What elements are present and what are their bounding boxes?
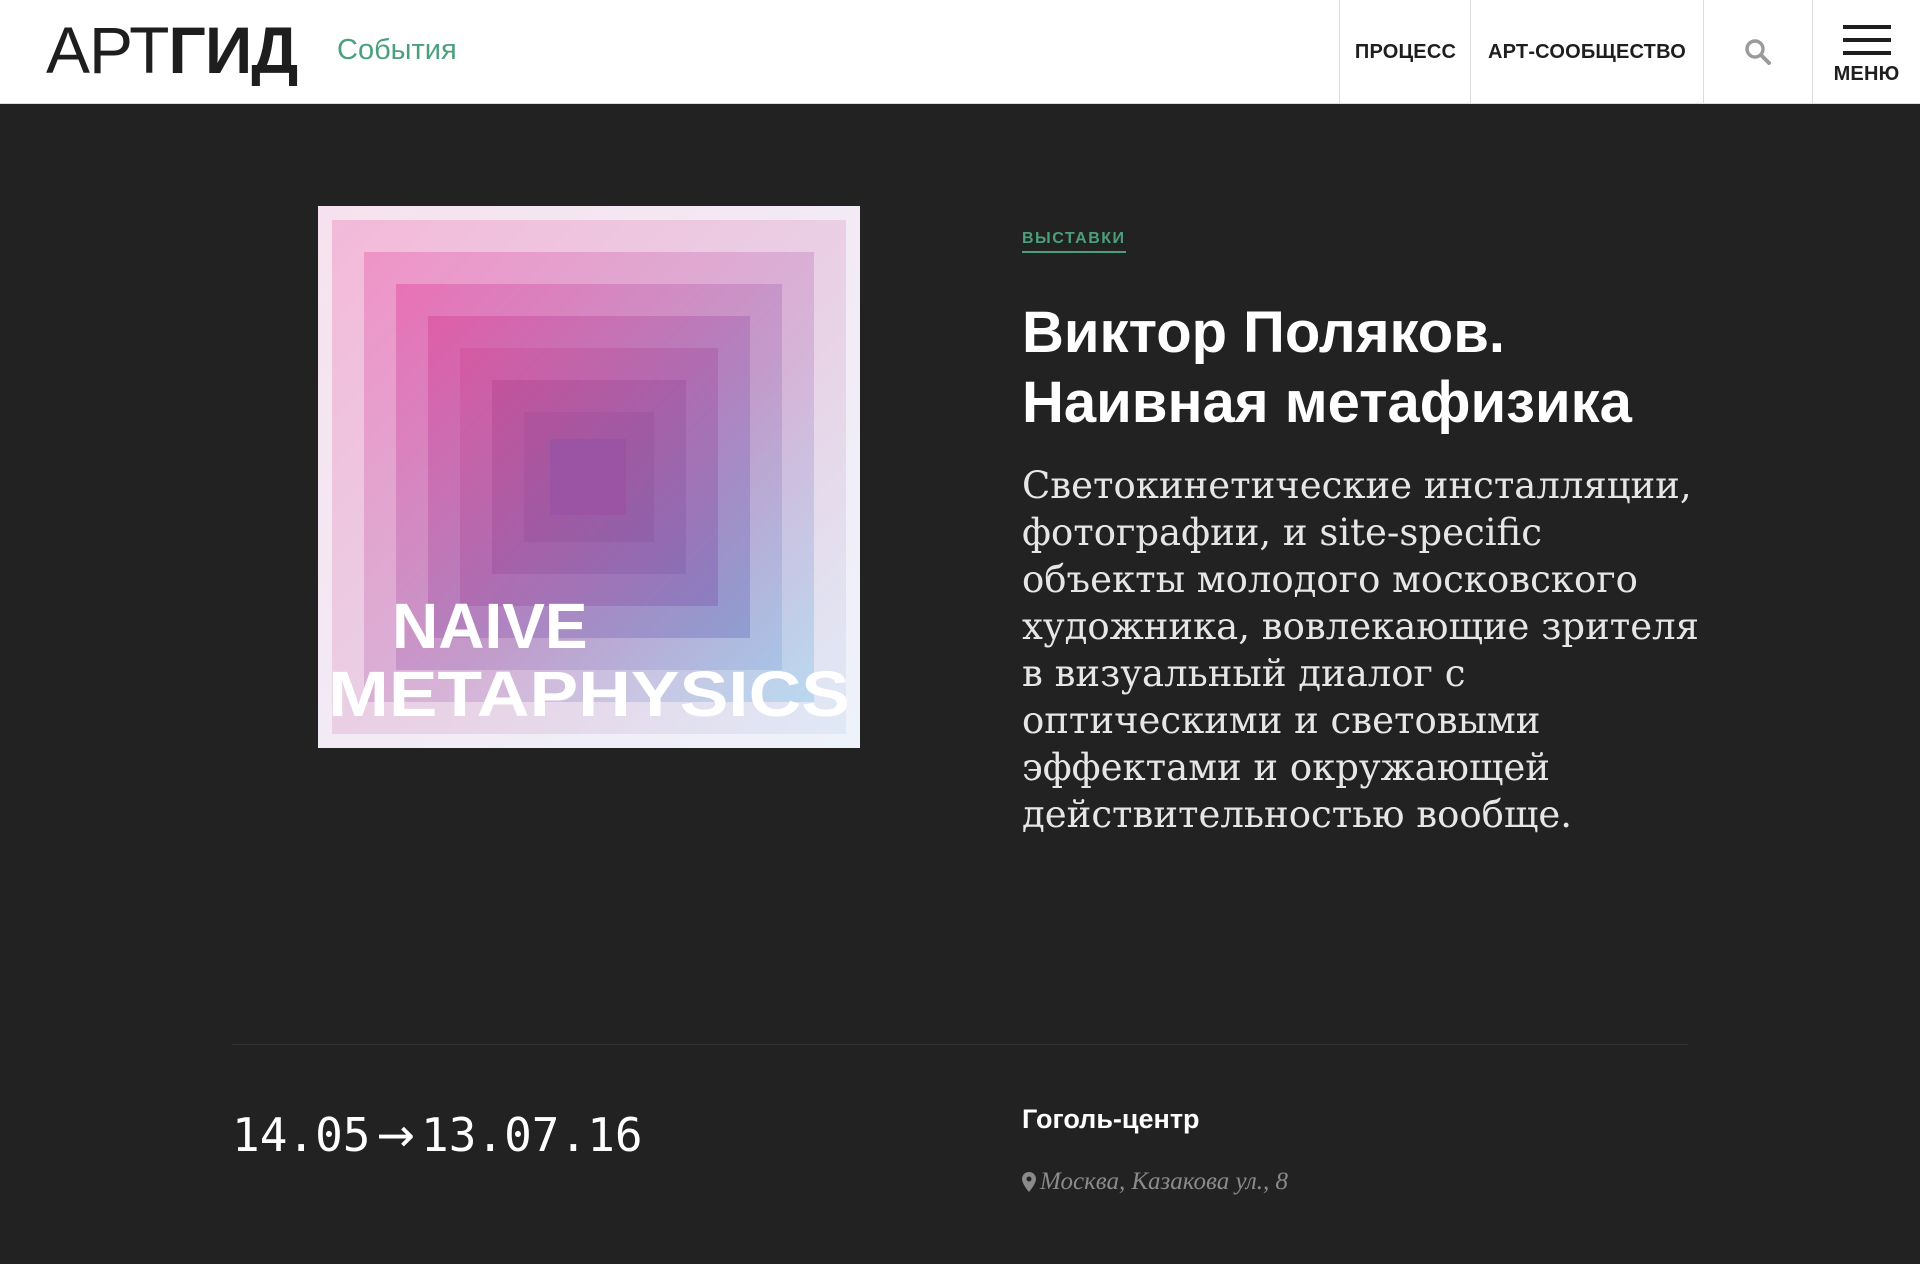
site-logo[interactable]: АРТГИД — [46, 13, 298, 87]
poster-title-line1: NAIVE — [392, 590, 588, 662]
poster-title-line2: METAPHYSICS — [328, 658, 850, 730]
event-title-line2: Наивная метафизика — [1022, 370, 1632, 435]
date-end: 13.07.16 — [421, 1108, 643, 1162]
nav-item-process[interactable]: ПРОЦЕСС — [1339, 0, 1471, 104]
location-pin-icon — [1022, 1172, 1036, 1192]
search-icon — [1745, 39, 1771, 65]
address-text: Москва, Казакова ул., 8 — [1040, 1168, 1289, 1195]
date-start: 14.05 — [232, 1108, 371, 1162]
event-title-line1: Виктор Поляков. — [1022, 300, 1506, 365]
hamburger-icon — [1842, 24, 1891, 55]
venue-address: Москва, Казакова ул., 8 — [1022, 1168, 1288, 1196]
section-events-link[interactable]: События — [337, 30, 457, 70]
nav-item-label: АРТ-СООБЩЕСТВО — [1487, 40, 1686, 63]
event-poster-image[interactable]: NAIVE METAPHYSICS — [318, 206, 860, 748]
event-description: Светокинетические инсталляции, фотографи… — [1022, 464, 1699, 836]
menu-button[interactable]: МЕНЮ — [1812, 0, 1920, 104]
menu-label: МЕНЮ — [1833, 62, 1900, 85]
nav-item-art-community[interactable]: АРТ-СООБЩЕСТВО — [1470, 0, 1704, 104]
category-tag[interactable]: ВЫСТАВКИ — [1022, 230, 1126, 253]
venue-name[interactable]: Гоголь-центр — [1022, 1104, 1200, 1135]
section-divider — [232, 1044, 1688, 1045]
poster-artwork: NAIVE METAPHYSICS — [318, 206, 860, 748]
logo-bold-part: ГИД — [168, 13, 298, 87]
search-button[interactable] — [1704, 0, 1812, 104]
nav-item-label: ПРОЦЕСС — [1354, 40, 1457, 63]
date-arrow: → — [376, 1108, 416, 1162]
logo-light-part: АРТ — [46, 13, 169, 87]
event-dates: 14.05 → 13.07.16 — [232, 1108, 643, 1162]
site-header: АРТГИД События ПРОЦЕСС АРТ-СООБЩЕСТВО МЕ… — [0, 0, 1920, 104]
event-title: Виктор Поляков. Наивная метафизика — [1022, 298, 1722, 438]
